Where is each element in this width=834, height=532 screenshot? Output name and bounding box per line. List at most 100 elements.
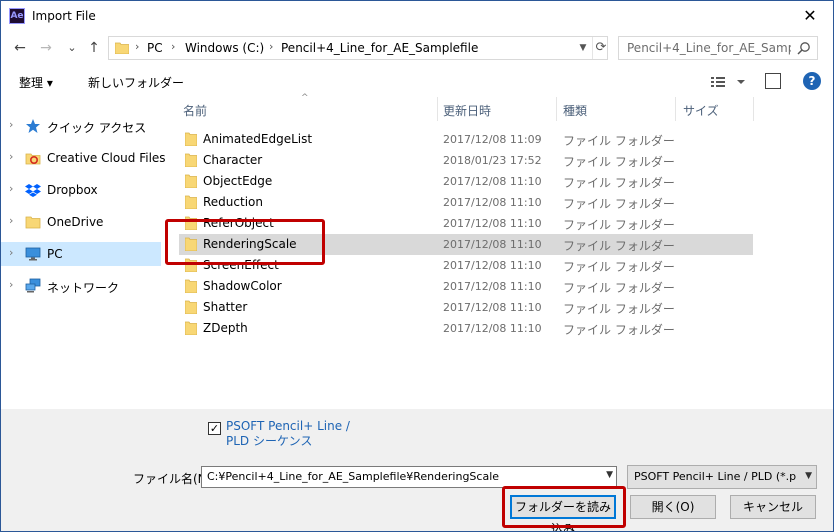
chevron-right-icon[interactable]: › — [9, 246, 13, 259]
search-box[interactable]: Pencil+4_Line_for_AE_Sample... — [618, 36, 818, 60]
column-divider[interactable] — [753, 97, 754, 121]
command-bar: 整理 ▾ 新しいフォルダー ? — [1, 67, 833, 97]
search-input[interactable]: Pencil+4_Line_for_AE_Sample... — [627, 41, 791, 55]
breadcrumb-pc[interactable]: PC — [147, 41, 163, 55]
file-date: 2017/12/08 11:09 — [443, 133, 542, 146]
sort-ascending-icon: ^ — [301, 93, 309, 103]
file-type: ファイル フォルダー — [563, 281, 675, 295]
folder-icon — [185, 237, 197, 251]
chevron-right-icon[interactable]: › — [9, 118, 13, 131]
sidebar-item-onedrive[interactable]: › OneDrive — [1, 210, 161, 234]
folder-icon — [185, 300, 197, 314]
preview-pane-icon[interactable] — [765, 73, 781, 89]
file-type: ファイル フォルダー — [563, 260, 675, 274]
sidebar-item-label: ネットワーク — [47, 281, 120, 295]
import-file-dialog: Ae Import File ✕ ← → ⌄ ↑ › PC › Windows … — [0, 0, 834, 532]
chevron-right-icon[interactable]: › — [9, 214, 13, 227]
up-button[interactable]: ↑ — [85, 39, 103, 57]
network-icon — [25, 278, 41, 293]
column-divider[interactable] — [437, 97, 438, 121]
column-header-date[interactable]: 更新日時 — [443, 102, 491, 119]
view-options-icon[interactable] — [709, 73, 753, 91]
filename-value: C:¥Pencil+4_Line_for_AE_Samplefile¥Rende… — [207, 470, 500, 483]
help-icon[interactable]: ? — [803, 72, 821, 90]
breadcrumb-drive[interactable]: Windows (C:) — [185, 41, 264, 55]
file-name: AnimatedEdgeList — [203, 132, 313, 146]
chevron-right-icon[interactable]: › — [9, 278, 13, 291]
chevron-down-icon[interactable]: ▼ — [805, 471, 812, 481]
file-name: ShadowColor — [203, 279, 282, 293]
breadcrumb-separator: › — [171, 40, 176, 53]
table-row[interactable]: Reduction 2017/12/08 11:10 ファイル フォルダー — [179, 192, 753, 213]
navigation-bar: ← → ⌄ ↑ › PC › Windows (C:) › Pencil+4_L… — [1, 31, 833, 67]
new-folder-button[interactable]: 新しいフォルダー — [88, 74, 184, 91]
table-row[interactable]: ShadowColor 2017/12/08 11:10 ファイル フォルダー — [179, 276, 753, 297]
file-type-filter[interactable]: PSOFT Pencil+ Line / PLD (*.plc ▼ — [627, 465, 817, 489]
back-button[interactable]: ← — [11, 39, 29, 57]
file-name: ZDepth — [203, 321, 248, 335]
chevron-down-icon[interactable]: ▼ — [576, 41, 590, 55]
title-bar: Ae Import File ✕ — [1, 1, 833, 31]
table-row[interactable]: AnimatedEdgeList 2017/12/08 11:09 ファイル フ… — [179, 129, 753, 150]
column-divider[interactable] — [675, 97, 676, 121]
dropbox-icon — [25, 184, 41, 197]
file-type: ファイル フォルダー — [563, 218, 675, 232]
breadcrumb-separator: › — [135, 40, 140, 53]
creative-cloud-icon — [25, 153, 41, 165]
file-date: 2017/12/08 11:10 — [443, 301, 542, 314]
sequence-checkbox-label[interactable]: PSOFT Pencil+ Line / PLD シーケンス — [226, 419, 366, 449]
organize-menu[interactable]: 整理 ▾ — [19, 74, 53, 91]
sidebar-item-label: OneDrive — [47, 215, 104, 229]
table-row-selected[interactable]: RenderingScale 2017/12/08 11:10 ファイル フォル… — [179, 234, 753, 255]
close-button[interactable]: ✕ — [793, 4, 827, 28]
table-row[interactable]: Character 2018/01/23 17:52 ファイル フォルダー — [179, 150, 753, 171]
chevron-right-icon[interactable]: › — [9, 182, 13, 195]
star-icon — [26, 119, 40, 133]
sidebar-item-quick-access[interactable]: › クイック アクセス — [1, 114, 161, 138]
sidebar-item-dropbox[interactable]: › Dropbox — [1, 178, 161, 202]
chevron-right-icon[interactable]: › — [9, 150, 13, 163]
file-date: 2017/12/08 11:10 — [443, 280, 542, 293]
file-name: ObjectEdge — [203, 174, 273, 188]
address-bar[interactable]: › PC › Windows (C:) › Pencil+4_Line_for_… — [108, 36, 608, 60]
file-date: 2017/12/08 11:10 — [443, 196, 542, 209]
file-date: 2017/12/08 11:10 — [443, 238, 542, 251]
file-date: 2017/12/08 11:10 — [443, 217, 542, 230]
file-list: ^ 名前 更新日時 種類 サイズ AnimatedEdgeList 2017/1… — [165, 93, 833, 409]
table-row[interactable]: ObjectEdge 2017/12/08 11:10 ファイル フォルダー — [179, 171, 753, 192]
file-name: ReferObject — [203, 216, 274, 230]
column-header-type[interactable]: 種類 — [563, 102, 587, 119]
file-type: ファイル フォルダー — [563, 302, 675, 316]
file-type-filter-value: PSOFT Pencil+ Line / PLD (*.plc — [634, 470, 796, 483]
forward-button[interactable]: → — [37, 39, 55, 57]
table-row[interactable]: ScreenEffect 2017/12/08 11:10 ファイル フォルダー — [179, 255, 753, 276]
table-row[interactable]: ReferObject 2017/12/08 11:10 ファイル フォルダー — [179, 213, 753, 234]
refresh-icon[interactable]: ⟳ — [592, 37, 609, 59]
cancel-button[interactable]: キャンセル — [730, 495, 816, 519]
open-button[interactable]: 開く(O) — [630, 495, 716, 519]
file-type: ファイル フォルダー — [563, 239, 675, 253]
sidebar-item-creative-cloud[interactable]: › Creative Cloud Files — [1, 146, 166, 170]
search-icon — [797, 42, 810, 55]
sequence-checkbox[interactable]: ✓ — [208, 422, 221, 435]
column-header-name[interactable]: 名前 — [183, 102, 207, 119]
after-effects-icon: Ae — [9, 8, 25, 24]
recent-locations-button[interactable]: ⌄ — [63, 39, 81, 57]
window-title: Import File — [32, 9, 96, 23]
filename-field[interactable]: C:¥Pencil+4_Line_for_AE_Samplefile¥Rende… — [201, 466, 617, 488]
import-folder-button[interactable]: フォルダーを読み込み — [510, 495, 616, 531]
file-type: ファイル フォルダー — [563, 155, 675, 169]
table-row[interactable]: ZDepth 2017/12/08 11:10 ファイル フォルダー — [179, 318, 753, 339]
breadcrumb-folder[interactable]: Pencil+4_Line_for_AE_Samplefile — [281, 41, 478, 55]
file-name: ScreenEffect — [203, 258, 279, 272]
sidebar-item-network[interactable]: › ネットワーク — [1, 274, 161, 298]
column-header-size[interactable]: サイズ — [683, 102, 719, 119]
sidebar-item-label: PC — [47, 247, 63, 261]
sidebar-item-pc[interactable]: › PC — [1, 242, 161, 266]
folder-icon — [185, 153, 197, 167]
folder-icon — [185, 258, 197, 272]
folder-icon — [185, 279, 197, 293]
table-row[interactable]: Shatter 2017/12/08 11:10 ファイル フォルダー — [179, 297, 753, 318]
chevron-down-icon[interactable]: ▼ — [606, 470, 613, 480]
column-divider[interactable] — [556, 97, 557, 121]
